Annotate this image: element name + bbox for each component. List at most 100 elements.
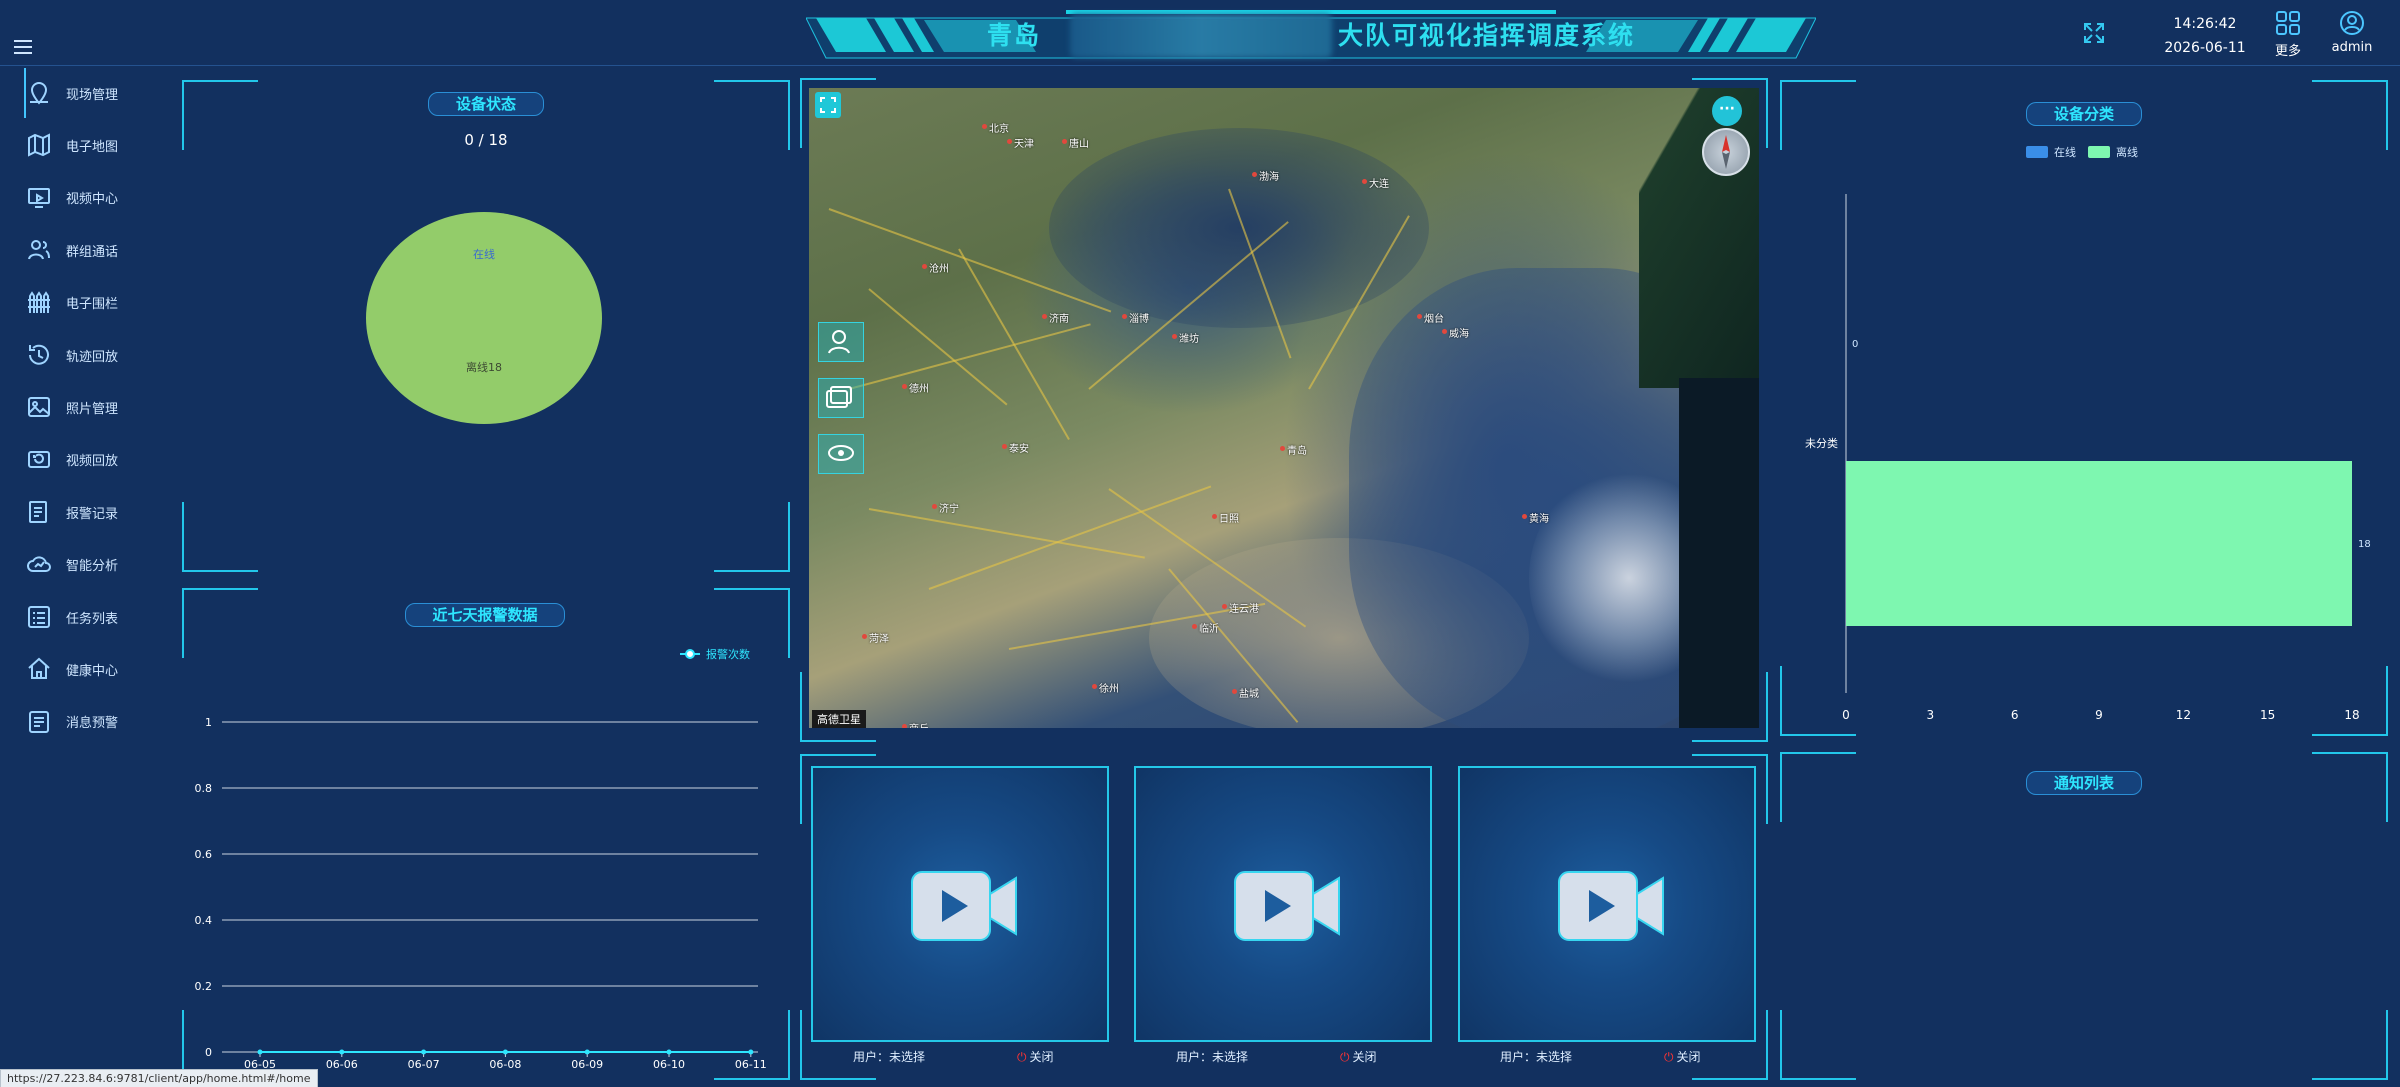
satellite-map[interactable]: 天津渤海大连烟台威海青岛日照济南淄博潍坊临沂连云港徐州盐城南通北京唐山沧州德州泰…	[809, 88, 1759, 728]
video-tile-1[interactable]	[1134, 766, 1432, 1042]
map-city-label[interactable]: 北京	[982, 120, 1009, 135]
video-camera-icon	[911, 871, 1017, 941]
sidebar-item-10[interactable]: 任务列表	[26, 602, 118, 632]
video-close-button[interactable]: 关闭	[1664, 1048, 1701, 1065]
sidebar-item-0[interactable]: 现场管理	[23, 68, 118, 118]
menu-toggle-icon[interactable]	[14, 40, 32, 54]
message-icon	[29, 710, 49, 733]
clock-date: 2026-06-11	[2164, 40, 2246, 56]
map-city-label[interactable]: 潍坊	[1172, 330, 1199, 345]
group-icon	[28, 240, 50, 260]
map-city-label[interactable]: 盐城	[1232, 685, 1259, 700]
map-city-label[interactable]: 淄博	[1122, 310, 1149, 325]
map-city-label[interactable]: 商丘	[902, 720, 929, 728]
map-city-label[interactable]: 大连	[1362, 175, 1389, 190]
pie-slice-offline[interactable]	[366, 212, 602, 424]
sidebar-item-2[interactable]: 视频中心	[26, 183, 118, 213]
bar-1[interactable]	[1846, 461, 2352, 626]
history-icon	[29, 344, 49, 365]
notification-panel	[1780, 752, 2388, 1080]
map-city-label[interactable]: 青岛	[1280, 442, 1307, 457]
x-tick-label: 3	[1927, 708, 1935, 722]
sidebar-item-7[interactable]: 视频回放	[26, 445, 118, 475]
map-city-label[interactable]: 沧州	[922, 260, 949, 275]
x-tick-label: 15	[2260, 708, 2275, 722]
sidebar-item-3[interactable]: 群组通话	[26, 235, 118, 265]
map-city-label[interactable]: 天津	[1007, 135, 1034, 150]
fullscreen-icon[interactable]	[2083, 22, 2105, 44]
redacted-title-segment	[1070, 14, 1332, 58]
data-point[interactable]	[257, 1049, 263, 1055]
sidebar-item-label: 视频回放	[66, 454, 119, 470]
map-city-label[interactable]: 渤海	[1252, 168, 1279, 183]
user-avatar-icon	[2340, 11, 2364, 35]
legend-label[interactable]: 在线	[2054, 145, 2076, 159]
video-close-button[interactable]: 关闭	[1017, 1048, 1054, 1065]
map-tool-visibility-icon[interactable]	[818, 434, 864, 474]
map-city-label[interactable]: 威海	[1442, 325, 1469, 340]
data-point[interactable]	[339, 1049, 345, 1055]
sidebar-item-11[interactable]: 健康中心	[26, 654, 118, 684]
video-user-label: 用户：未选择	[1176, 1050, 1249, 1064]
compass-icon[interactable]	[1702, 128, 1750, 176]
map-expand-icon[interactable]	[815, 92, 841, 118]
sidebar-item-12[interactable]: 消息预警	[26, 707, 118, 737]
map-city-label[interactable]: 济南	[1042, 310, 1069, 325]
map-tile-edge	[1679, 378, 1759, 728]
map-tool-tracking-icon[interactable]	[818, 322, 864, 362]
monitor-icon	[28, 187, 50, 208]
map-city-label[interactable]: 菏泽	[862, 630, 889, 645]
legend-label[interactable]: 报警次数	[706, 647, 750, 661]
map-city-label[interactable]: 烟台	[1417, 310, 1444, 325]
data-point[interactable]	[421, 1049, 427, 1055]
video-tile-0[interactable]	[811, 766, 1109, 1042]
x-tick-label: 6	[2011, 708, 2019, 722]
legend-marker	[685, 649, 695, 659]
more-button[interactable]: 更多	[2266, 10, 2310, 59]
sidebar-item-5[interactable]: 轨迹回放	[26, 340, 118, 370]
video-close-button[interactable]: 关闭	[1340, 1048, 1377, 1065]
map-more-button[interactable]: ···	[1712, 96, 1742, 126]
x-tick-label: 0	[1842, 708, 1850, 722]
data-point[interactable]	[502, 1049, 508, 1055]
sidebar-item-4[interactable]: 电子围栏	[26, 288, 118, 318]
legend-swatch	[2088, 146, 2110, 158]
data-point[interactable]	[584, 1049, 590, 1055]
y-tick-label: 0.8	[195, 782, 213, 795]
sidebar-item-label: 健康中心	[66, 663, 119, 679]
x-tick-label: 12	[2176, 708, 2191, 722]
sidebar-item-label: 报警记录	[66, 506, 119, 522]
sidebar-item-label: 电子围栏	[66, 297, 119, 313]
x-tick-label: 06-09	[571, 1058, 603, 1070]
data-point[interactable]	[748, 1049, 754, 1055]
map-layer-label[interactable]: 高德卫星	[812, 710, 866, 728]
sidebar-item-6[interactable]: 照片管理	[26, 392, 118, 422]
legend-label[interactable]: 离线	[2116, 145, 2138, 159]
y-tick-label: 0	[205, 1046, 212, 1059]
map-city-label[interactable]: 泰安	[1002, 440, 1029, 455]
sidebar-item-8[interactable]: 报警记录	[26, 497, 118, 527]
map-city-label[interactable]: 黄海	[1522, 510, 1549, 525]
map-city-label[interactable]: 徐州	[1092, 680, 1119, 695]
map-city-label[interactable]: 临沂	[1192, 620, 1219, 635]
device-status-pie-chart: 在线 离线18	[366, 212, 602, 424]
user-menu-button[interactable]: admin	[2330, 10, 2374, 55]
device-category-bar-chart: 在线 离线 0 3 6 9 12 15 18 未分类 0 18	[1805, 145, 2371, 722]
map-tool-video-icon[interactable]	[818, 378, 864, 418]
sidebar-item-label: 视频中心	[66, 192, 119, 208]
sidebar-item-9[interactable]: 智能分析	[26, 550, 118, 580]
map-city-label[interactable]: 日照	[1212, 510, 1239, 525]
legend-swatch	[2026, 146, 2048, 158]
sidebar-item-1[interactable]: 电子地图	[26, 130, 118, 160]
video-tile-2[interactable]	[1458, 766, 1756, 1042]
y-tick-label: 1	[205, 716, 212, 729]
data-point[interactable]	[666, 1049, 672, 1055]
device-status-title: 设备状态	[428, 92, 544, 116]
map-city-label[interactable]: 连云港	[1222, 600, 1259, 615]
device-category-title: 设备分类	[2026, 102, 2142, 126]
map-city-label[interactable]: 唐山	[1062, 135, 1089, 150]
map-city-label[interactable]: 济宁	[932, 500, 959, 515]
map-city-label[interactable]: 德州	[902, 380, 929, 395]
map-road	[868, 288, 1008, 406]
alarm-chart-title: 近七天报警数据	[405, 603, 565, 627]
